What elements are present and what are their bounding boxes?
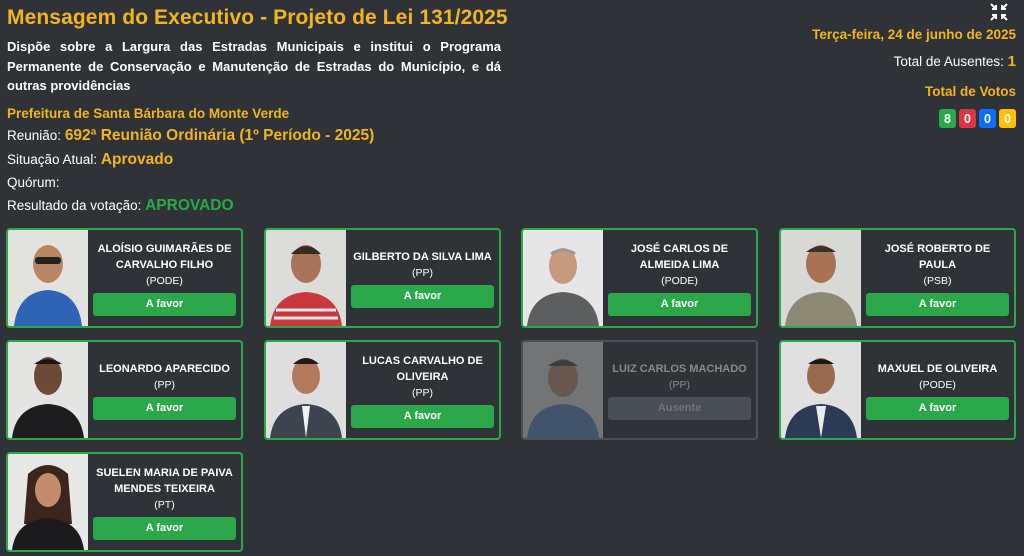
organization-name: Prefeitura de Santa Bárbara do Monte Ver… <box>7 106 290 121</box>
quorum-label: Quórum: <box>7 175 60 190</box>
member-name: GILBERTO DA SILVA LIMA <box>353 250 492 263</box>
member-party: (PSB) <box>923 274 952 287</box>
page-title: Mensagem do Executivo - Projeto de Lei 1… <box>7 6 508 29</box>
vote-totals: 8 0 0 0 <box>939 109 1016 128</box>
absent-label: Total de Ausentes: <box>893 54 1004 69</box>
member-party: (PP) <box>412 266 433 279</box>
votes-favor-badge: 8 <box>939 109 956 128</box>
member-party: (PODE) <box>661 274 698 287</box>
meeting-label: Reunião: <box>7 128 62 143</box>
member-card: ALOÍSIO GUIMARÃES DE CARVALHO FILHO (POD… <box>6 228 243 328</box>
member-party: (PT) <box>154 498 175 511</box>
status-label: Situação Atual: <box>7 152 98 167</box>
member-party: (PP) <box>412 386 433 399</box>
vote-status-button[interactable]: A favor <box>351 404 494 428</box>
member-party: (PODE) <box>919 378 956 391</box>
compress-icon[interactable] <box>990 3 1008 21</box>
member-card: LUCAS CARVALHO DE OLIVEIRA (PP) A favor <box>264 340 501 440</box>
member-photo <box>523 230 603 326</box>
member-photo <box>523 342 603 438</box>
meeting-info: Reunião: 692ª Reunião Ordinária (1º Perí… <box>7 127 374 145</box>
member-photo <box>266 230 346 326</box>
member-name: LUCAS CARVALHO DE OLIVEIRA <box>362 354 483 383</box>
member-name: LUIZ CARLOS MACHADO <box>612 362 747 375</box>
vote-status-button[interactable]: A favor <box>93 516 236 540</box>
result-label: Resultado da votação: <box>7 198 142 213</box>
vote-status-button[interactable]: A favor <box>93 292 236 316</box>
session-date: Terça-feira, 24 de junho de 2025 <box>812 27 1016 42</box>
vote-status-button[interactable]: A favor <box>866 292 1009 316</box>
member-photo <box>781 342 861 438</box>
absent-total: Total de Ausentes: 1 <box>894 53 1016 70</box>
member-photo <box>8 342 88 438</box>
result-info: Resultado da votação: APROVADO <box>7 197 234 215</box>
member-photo <box>8 454 88 550</box>
status-value: Aprovado <box>100 151 174 168</box>
member-card: GILBERTO DA SILVA LIMA (PP) A favor <box>264 228 501 328</box>
vote-status-button[interactable]: A favor <box>866 396 1009 420</box>
member-card: JOSÉ ROBERTO DE PAULA (PSB) A favor <box>779 228 1016 328</box>
vote-status-button[interactable]: A favor <box>93 396 236 420</box>
result-value: APROVADO <box>145 197 234 214</box>
member-party: (PP) <box>669 378 690 391</box>
member-name: MAXUEL DE OLIVEIRA <box>877 362 998 375</box>
member-name: SUELEN MARIA DE PAIVA MENDES TEIXEIRA <box>96 466 233 495</box>
vote-status-button[interactable]: A favor <box>608 292 751 316</box>
member-card: LEONARDO APARECIDO (PP) A favor <box>6 340 243 440</box>
member-party: (PP) <box>154 378 175 391</box>
member-party: (PODE) <box>146 274 183 287</box>
vote-status-button[interactable]: A favor <box>351 284 494 308</box>
votes-abstain-badge: 0 <box>979 109 996 128</box>
member-photo <box>266 342 346 438</box>
member-card: LUIZ CARLOS MACHADO (PP) Ausente <box>521 340 758 440</box>
member-card: JOSÉ CARLOS DE ALMEIDA LIMA (PODE) A fav… <box>521 228 758 328</box>
votes-title: Total de Votos <box>925 84 1016 99</box>
absent-count: 1 <box>1007 53 1016 70</box>
meeting-value: 692ª Reunião Ordinária (1º Período - 202… <box>64 127 375 144</box>
quorum-info: Quórum: <box>7 175 60 190</box>
member-name: JOSÉ CARLOS DE ALMEIDA LIMA <box>630 242 729 271</box>
member-card: MAXUEL DE OLIVEIRA (PODE) A favor <box>779 340 1016 440</box>
vote-status-button[interactable]: Ausente <box>608 396 751 420</box>
member-name: ALOÍSIO GUIMARÃES DE CARVALHO FILHO <box>97 242 232 271</box>
member-name: LEONARDO APARECIDO <box>99 362 230 375</box>
bill-description: Dispõe sobre a Largura das Estradas Muni… <box>7 39 501 93</box>
member-photo <box>8 230 88 326</box>
votes-against-badge: 0 <box>959 109 976 128</box>
status-info: Situação Atual: Aprovado <box>7 151 173 169</box>
votes-other-badge: 0 <box>999 109 1016 128</box>
member-photo <box>781 230 861 326</box>
member-name: JOSÉ ROBERTO DE PAULA <box>884 242 991 271</box>
member-card: SUELEN MARIA DE PAIVA MENDES TEIXEIRA (P… <box>6 452 243 552</box>
